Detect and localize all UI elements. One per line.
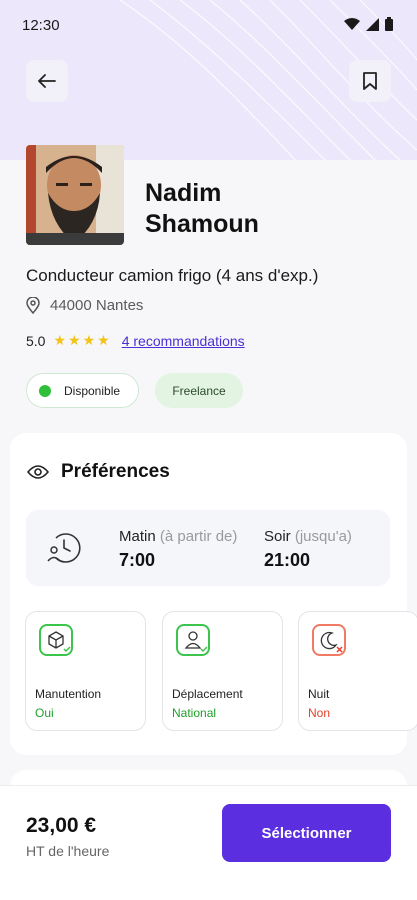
first-name: Nadim [145,179,222,207]
bottom-action-bar: 23,00 € HT de l'heure Sélectionner [0,785,417,900]
eye-icon [27,465,49,479]
evening-end: Soir (jusqu'a) 21:00 [264,528,352,571]
rating-stars: ★★★★ [53,332,111,349]
available-dot-icon [39,384,51,397]
location: 44000 Nantes [26,297,143,314]
star-icon: ★ [53,332,69,348]
last-name: Shamoun [145,210,259,238]
status-bar: 12:30 [0,0,417,50]
select-button[interactable]: Sélectionner [222,804,391,862]
working-hours: Matin (à partir de) 7:00 Soir (jusqu'a) … [26,510,390,586]
preference-card-nuit: Nuit Non [298,611,417,731]
arrow-left-icon [38,74,56,88]
status-time: 12:30 [22,17,60,34]
preference-card-manutention: Manutention Oui [25,611,146,731]
preferences-header: Préférences [27,461,170,483]
star-icon: ★ [68,332,83,348]
rating-score: 5.0 [26,332,46,349]
preference-value: National [172,706,217,720]
morning-hint: (à partir de) [159,528,238,545]
preference-value: Non [308,706,331,720]
map-pin-icon [26,297,40,314]
preference-label: Déplacement [172,687,243,701]
preference-label: Manutention [35,687,102,701]
star-icon: ★ [97,332,112,348]
preference-label: Nuit [308,687,330,701]
preferences-title: Préférences [61,461,170,482]
bookmark-icon [363,72,377,90]
morning-label: Matin [119,528,156,545]
preference-value: Oui [35,706,54,720]
preferences-card: Préférences Matin (à partir de) 7:00 Soi… [10,433,417,755]
price-unit: HT de l'heure [26,843,110,859]
evening-hint: (jusqu'a) [294,528,352,545]
availability-label: Disponible [64,383,121,398]
signal-icon [366,17,379,31]
moon-icon [312,624,346,656]
clock-person-icon [47,533,81,563]
morning-value: 7:00 [119,550,156,570]
rating-row: 5.0 ★★★★ 4 recommandations [26,332,245,349]
morning-start: Matin (à partir de) 7:00 [119,528,237,571]
back-button[interactable] [26,60,68,102]
availability-chip: Disponible [26,373,139,408]
avatar [26,145,124,245]
job-title: Conducteur camion frigo (4 ans d'exp.) [26,266,319,285]
bookmark-button[interactable] [349,60,391,102]
contract-label: Freelance [172,383,226,398]
travel-person-icon [176,624,210,656]
contract-chip: Freelance [155,373,243,408]
evening-label: Soir [264,528,291,545]
wifi-icon [344,18,360,30]
profile-name: Nadim Shamoun [145,178,259,240]
header-banner: 12:30 [0,0,417,165]
recommendations-link[interactable]: 4 recommandations [122,333,245,349]
box-icon [39,624,73,656]
evening-value: 21:00 [264,550,311,570]
hourly-price: 23,00 € [26,814,97,837]
avatar-photo [26,145,124,245]
battery-icon [385,17,393,31]
star-icon: ★ [82,332,98,348]
preference-card-deplacement: Déplacement National [162,611,283,731]
location-text: 44000 Nantes [50,297,144,314]
